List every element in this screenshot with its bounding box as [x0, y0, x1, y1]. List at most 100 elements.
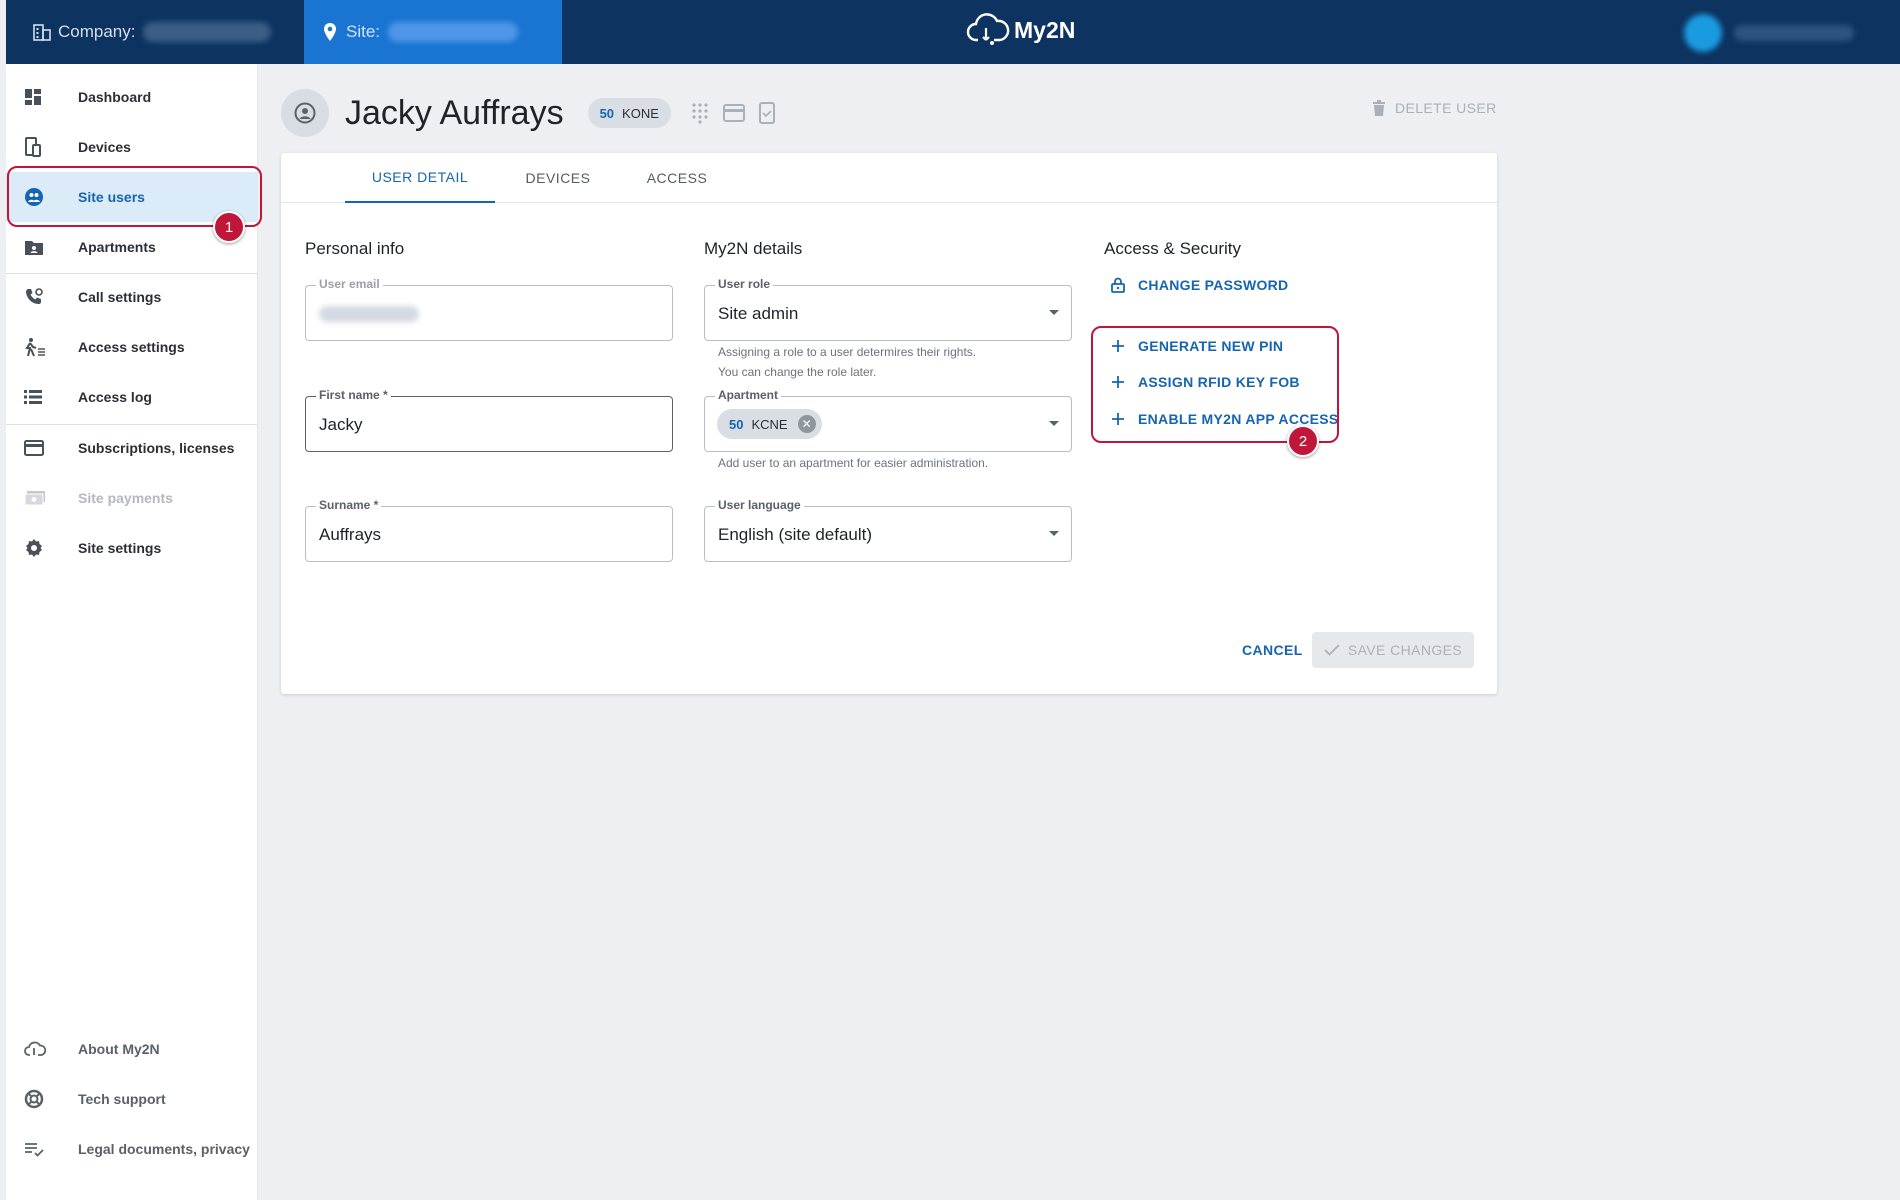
apartment-chip: 50 KCNE ✕: [717, 409, 822, 439]
first-name-value: Jacky: [319, 415, 363, 434]
apartment-label: Apartment: [715, 388, 782, 402]
lock-icon: [1110, 277, 1126, 293]
sidebar-item-label: Dashboard: [78, 89, 152, 105]
apartment-chip-number: 50: [729, 416, 744, 432]
apartment-chip-text: KCNE: [751, 416, 788, 432]
user-role-value: Site admin: [718, 304, 799, 323]
sidebar-item-dashboard[interactable]: Dashboard: [6, 72, 258, 122]
email-value-blurred: [319, 306, 419, 322]
cloud-icon: [24, 1040, 54, 1058]
email-field[interactable]: User email: [305, 277, 673, 341]
surname-label: Surname *: [316, 498, 382, 512]
call-settings-icon: [24, 287, 54, 307]
sidebar-item-devices[interactable]: Devices: [6, 122, 258, 172]
user-role-help-1: Assigning a role to a user determires th…: [718, 345, 977, 359]
email-field-label: User email: [316, 277, 383, 291]
lifebuoy-icon: [24, 1089, 54, 1109]
save-changes-button[interactable]: SAVE CHANGES: [1312, 632, 1474, 668]
change-password-button[interactable]: CHANGE PASSWORD: [1110, 277, 1288, 293]
sidebar-item-access-log[interactable]: Access log: [6, 372, 258, 422]
access-security-title: Access & Security: [1104, 239, 1241, 258]
sidebar-item-label: Site settings: [78, 540, 162, 556]
user-name-blurred: [1734, 25, 1854, 41]
user-header: Jacky Auffrays 50 KONE: [281, 89, 775, 137]
access-log-icon: [24, 389, 54, 405]
site-name-blurred: [388, 22, 519, 42]
chip-number: 50: [599, 105, 615, 121]
sidebar-item-site-settings[interactable]: Site settings: [6, 523, 258, 573]
sidebar-item-label: Access settings: [78, 339, 185, 355]
company-name-blurred: [143, 22, 272, 42]
sidebar-item-tech-support[interactable]: Tech support: [6, 1074, 258, 1124]
site-label: Site:: [346, 22, 381, 41]
rfid-card-icon: [722, 104, 745, 122]
sidebar-item-label: Subscriptions, licenses: [78, 440, 235, 456]
user-menu[interactable]: [1684, 14, 1854, 52]
sidebar-item-site-payments[interactable]: Site payments: [6, 473, 258, 523]
sidebar-item-call-settings[interactable]: Call settings: [6, 272, 258, 322]
cancel-button[interactable]: CANCEL: [1242, 642, 1303, 658]
apartment-help: Add user to an apartment for easier admi…: [718, 456, 989, 470]
surname-field[interactable]: Surname * Auffrays: [305, 498, 673, 562]
chevron-down-icon: [1049, 421, 1059, 426]
user-role-select[interactable]: User role Site admin: [704, 277, 1072, 341]
my2n-details-title: My2N details: [704, 239, 803, 258]
annotation-marker-2: 2: [1287, 425, 1319, 457]
legal-icon: [24, 1141, 54, 1157]
delete-user-button[interactable]: DELETE USER: [1373, 100, 1497, 116]
surname-value: Auffrays: [319, 525, 382, 544]
sidebar-item-label: Legal documents, privacy: [78, 1141, 250, 1157]
trash-icon: [1373, 100, 1385, 116]
apartment-select[interactable]: Apartment 50 KCNE ✕: [704, 388, 1072, 452]
sidebar-item-label: Devices: [78, 139, 131, 155]
user-language-select[interactable]: User language English (site default): [704, 498, 1072, 562]
annotation-marker-1: 1: [213, 211, 245, 243]
mobile-app-icon: [758, 102, 775, 124]
apartment-chip: 50 KONE: [587, 98, 671, 128]
tab-bar: USER DETAIL DEVICES ACCESS: [281, 153, 1497, 203]
company-selector[interactable]: Company:: [6, 0, 304, 64]
pin-keypad-icon: [691, 102, 709, 124]
page-title: Jacky Auffrays: [345, 93, 564, 132]
chevron-down-icon: [1049, 531, 1059, 536]
remove-chip-icon[interactable]: ✕: [797, 415, 816, 433]
top-bar: Company: Site: My2N: [6, 0, 1900, 64]
site-selector[interactable]: Site:: [304, 0, 562, 64]
my2n-logo[interactable]: My2N: [966, 12, 1075, 48]
site-payments-icon: [24, 490, 54, 506]
change-password-label: CHANGE PASSWORD: [1138, 277, 1289, 293]
chevron-down-icon: [1049, 310, 1059, 315]
sidebar-item-about[interactable]: About My2N: [6, 1024, 258, 1074]
tab-devices[interactable]: DEVICES: [495, 153, 621, 203]
chip-text: KONE: [622, 105, 659, 121]
cloud-logo-icon: [966, 12, 1010, 48]
sidebar-item-label: Apartments: [78, 239, 156, 255]
user-role-help-2: You can change the role later.: [718, 365, 877, 379]
sidebar-item-subscriptions[interactable]: Subscriptions, licenses: [6, 423, 258, 473]
user-avatar-icon: [281, 89, 329, 137]
avatar: [1684, 14, 1722, 52]
access-settings-icon: [24, 337, 54, 357]
delete-user-label: DELETE USER: [1395, 100, 1497, 116]
subscriptions-icon: [24, 440, 54, 456]
first-name-field[interactable]: First name * Jacky: [305, 388, 673, 452]
sidebar-item-label: Call settings: [78, 289, 162, 305]
sidebar-item-label: About My2N: [78, 1041, 160, 1057]
location-pin-icon: [322, 22, 338, 42]
company-label: Company:: [58, 22, 136, 41]
user-language-label: User language: [715, 498, 804, 512]
save-changes-label: SAVE CHANGES: [1347, 642, 1463, 658]
tab-user-detail[interactable]: USER DETAIL: [345, 153, 495, 203]
tab-access[interactable]: ACCESS: [621, 153, 733, 203]
dashboard-icon: [24, 88, 54, 106]
sidebar-item-access-settings[interactable]: Access settings: [6, 322, 258, 372]
devices-icon: [24, 137, 54, 157]
check-icon: [1324, 644, 1340, 656]
building-icon: [32, 22, 52, 42]
user-language-value: English (site default): [718, 525, 873, 544]
sidebar-item-label: Site payments: [78, 490, 173, 506]
user-role-label: User role: [715, 277, 774, 291]
sidebar-item-label: Access log: [78, 389, 152, 405]
logo-text: My2N: [1014, 16, 1076, 43]
sidebar-item-legal[interactable]: Legal documents, privacy: [6, 1124, 258, 1174]
